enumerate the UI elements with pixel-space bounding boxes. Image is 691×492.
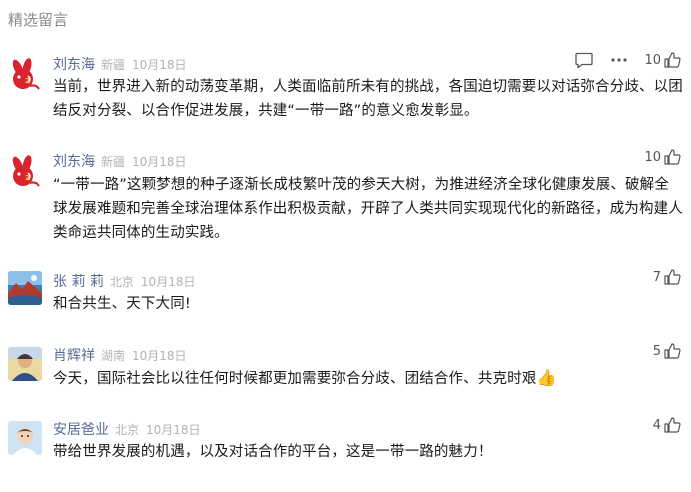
comment-text-body: 今天，国际社会比以往任何时候都更加需要弥合分歧、团结合作、共克时艰: [53, 371, 537, 387]
thumbs-up-icon[interactable]: [664, 149, 681, 165]
like-count: 7: [652, 269, 661, 285]
comment-author[interactable]: 刘东海: [53, 54, 95, 74]
comment-location: 新疆: [101, 58, 126, 72]
like-count: 4: [652, 417, 661, 433]
more-icon[interactable]: [610, 57, 628, 63]
comment-location: 北京: [115, 423, 140, 437]
comment-date: 10月18日: [132, 349, 187, 363]
comment-text: 当前，世界进入新的动荡变革期，人类面临前所未有的挑战，各国迫切需要以对话弥合分歧…: [53, 79, 683, 119]
thumbs-up-icon[interactable]: [664, 417, 681, 433]
comment-date: 10月18日: [140, 275, 196, 289]
comment-text: “一带一路”这颗梦想的种子逐渐长成枝繁叶茂的参天大树，为推进经济全球化健康发展、…: [53, 177, 683, 241]
comment-date: 10月18日: [132, 155, 187, 169]
comment-author[interactable]: 肖辉祥: [53, 345, 95, 365]
thumbs-up-icon[interactable]: [664, 269, 681, 285]
landscape-avatar-icon[interactable]: [8, 271, 42, 305]
comment-location: 北京: [109, 275, 134, 289]
like-count: 5: [652, 343, 661, 359]
svg-text:2: 2: [25, 174, 30, 182]
comment-location: 新疆: [101, 155, 126, 169]
comment-author[interactable]: 张 莉 莉: [53, 271, 104, 291]
rabbit-avatar-icon[interactable]: 2: [8, 58, 42, 92]
comment-text: 今天，国际社会比以往任何时候都更加需要弥合分歧、团结合作、共克时艰👍: [53, 366, 683, 391]
comment-location: 湖南: [101, 349, 126, 363]
like-count: 10: [644, 52, 661, 68]
thumbs-up-emoji: 👍: [536, 368, 557, 387]
comment-date: 10月18日: [132, 58, 187, 72]
comment-date: 10月18日: [146, 423, 201, 437]
person-avatar-icon[interactable]: [8, 347, 42, 381]
cartoon-avatar-icon[interactable]: [8, 421, 42, 455]
comment-author[interactable]: 刘东海: [53, 151, 95, 171]
rabbit-avatar-icon[interactable]: 2: [8, 155, 42, 189]
thumbs-up-icon[interactable]: [664, 343, 681, 359]
reply-icon[interactable]: [575, 52, 594, 68]
svg-text:2: 2: [25, 77, 30, 85]
section-title: 精选留言: [8, 11, 69, 29]
comment-text: 带给世界发展的机遇，以及对话合作的平台，这是一带一路的魅力！: [53, 444, 493, 460]
comment-author[interactable]: 安居爸业: [53, 419, 109, 439]
comment-text: 和合共生、天下大同!: [53, 296, 191, 312]
like-count: 10: [644, 149, 661, 165]
thumbs-up-icon[interactable]: [664, 52, 681, 68]
